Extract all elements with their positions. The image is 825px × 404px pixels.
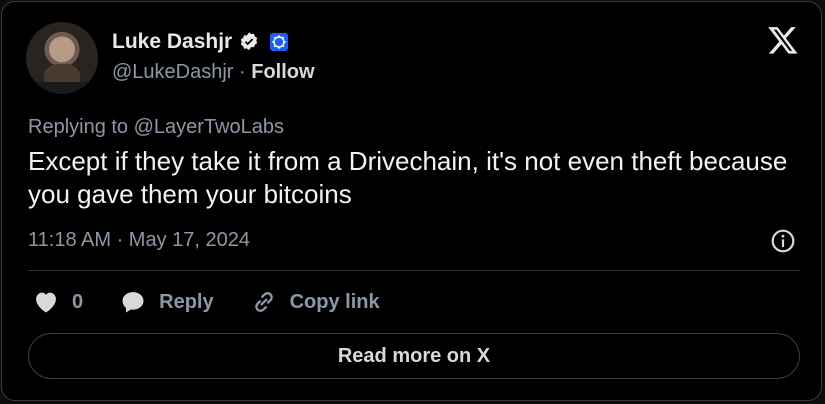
info-icon[interactable]: [770, 228, 796, 254]
replying-to-label[interactable]: Replying to @LayerTwoLabs: [28, 115, 284, 139]
x-logo-icon[interactable]: [766, 24, 800, 56]
tweet-text: Except if they take it from a Drivechain…: [28, 146, 788, 209]
like-count: 0: [72, 290, 84, 313]
tweet-timestamp[interactable]: 11:18 AM · May 17, 2024: [28, 228, 250, 252]
action-bar: 0 Reply Copy link: [32, 288, 380, 316]
affiliate-badge-icon[interactable]: [270, 33, 289, 51]
copy-link-button[interactable]: Copy link: [250, 288, 380, 316]
tweet-card: Luke Dashjr @LukeDashjr · Follow Replyin…: [1, 1, 822, 401]
link-icon: [254, 292, 273, 312]
follow-link[interactable]: Follow: [251, 61, 314, 83]
heart-icon: [36, 292, 56, 313]
divider: [28, 270, 800, 271]
author-display-name[interactable]: Luke Dashjr: [112, 30, 232, 54]
avatar-shirt: [30, 82, 94, 94]
read-more-label: Read more on X: [337, 344, 491, 367]
reply-bubble-icon: [122, 292, 144, 313]
read-more-button[interactable]: Read more on X: [28, 333, 800, 379]
author-handle[interactable]: @LukeDashjr: [112, 61, 233, 83]
handle-separator: ·: [233, 61, 252, 83]
author-handle-row: @LukeDashjr · Follow: [112, 60, 315, 84]
like-button[interactable]: 0: [32, 288, 83, 316]
verified-badge-icon: [241, 32, 258, 51]
reply-label: Reply: [159, 290, 214, 313]
affiliate-logo-icon: [272, 35, 287, 49]
copy-link-label: Copy link: [289, 290, 380, 313]
reply-button[interactable]: Reply: [119, 288, 214, 316]
author-name-row: Luke Dashjr: [112, 30, 289, 54]
avatar[interactable]: [26, 22, 98, 94]
